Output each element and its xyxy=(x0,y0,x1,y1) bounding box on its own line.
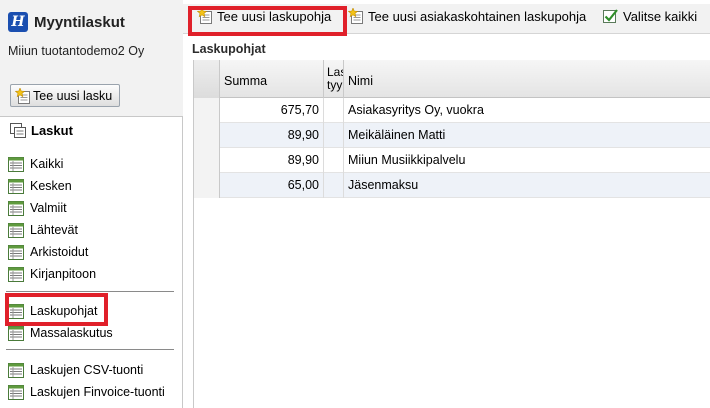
highlight-laskupohjat xyxy=(5,293,108,326)
nav-item-label: Valmiit xyxy=(30,201,67,215)
cell-name: Miiun Musiikkipalvelu xyxy=(348,153,466,167)
page-title: Laskupohjat xyxy=(192,42,266,56)
nav-item-label: Kesken xyxy=(30,179,72,193)
new-invoice-button[interactable]: Tee uusi lasku xyxy=(10,84,121,107)
company-name: Miiun tuotantodemo2 Oy xyxy=(8,44,145,58)
nav-item-arkistoidut[interactable]: Arkistoidut xyxy=(8,241,96,263)
nav-item-lahtevat[interactable]: Lähtevät xyxy=(8,219,96,241)
nav-item-label: Massalaskutus xyxy=(30,326,113,340)
nav-group-status: Kaikki Kesken Valmiit Lähtevät Arkistoid… xyxy=(8,153,96,285)
nav-item-kesken[interactable]: Kesken xyxy=(8,175,96,197)
row-selector[interactable] xyxy=(194,148,220,173)
cell-sum: 65,00 xyxy=(220,173,324,198)
nav-divider xyxy=(6,291,174,292)
cell-sum: 89,90 xyxy=(220,123,324,148)
cell-type xyxy=(324,148,344,173)
cell-type xyxy=(324,98,344,123)
cell-name: Asiakasyritys Oy, vuokra xyxy=(348,103,484,117)
app-header: H Myyntilaskut xyxy=(8,12,125,32)
cell-type xyxy=(324,123,344,148)
sidebar: H Myyntilaskut Miiun tuotantodemo2 Oy Te… xyxy=(0,0,183,408)
cell-name: Meikäläinen Matti xyxy=(348,128,446,142)
nav-item-finvoice-import[interactable]: Laskujen Finvoice-tuonti xyxy=(8,381,165,403)
cell-sum: 89,90 xyxy=(220,148,324,173)
nav-item-valmiit[interactable]: Valmiit xyxy=(8,197,96,219)
list-icon xyxy=(8,179,24,194)
table-row[interactable]: 89,90 Miiun Musiikkipalvelu xyxy=(194,148,710,173)
nav-item-label: Laskujen CSV-tuonti xyxy=(30,363,144,377)
nav-divider xyxy=(6,349,174,350)
cell-name: Jäsenmaksu xyxy=(348,178,419,192)
list-icon xyxy=(8,157,24,172)
invoices-icon xyxy=(10,123,26,138)
new-document-icon xyxy=(15,88,31,104)
row-selector[interactable] xyxy=(194,123,220,148)
table-row[interactable]: 675,70 Asiakasyritys Oy, vuokra xyxy=(194,98,710,123)
new-invoice-label: Tee uusi lasku xyxy=(33,88,113,103)
invoices-section: Laskut Kaikki Kesken Valmiit Lähtevät Ar… xyxy=(0,116,183,408)
section-header: Laskut xyxy=(10,123,73,138)
list-icon xyxy=(8,201,24,216)
nav-item-label: Arkistoidut xyxy=(30,245,89,259)
select-all-button[interactable]: Valitse kaikki xyxy=(602,8,697,24)
cell-sum: 675,70 xyxy=(220,98,324,123)
section-title: Laskut xyxy=(31,123,73,138)
column-header-name[interactable]: Nimi xyxy=(344,60,710,98)
nav-item-label: Lähtevät xyxy=(30,223,78,237)
column-header-sum[interactable]: Summa xyxy=(220,60,324,98)
list-icon xyxy=(8,245,24,260)
nav-item-label: Laskujen Finvoice-tuonti xyxy=(30,385,165,399)
cell-type xyxy=(324,173,344,198)
list-icon xyxy=(8,267,24,282)
table-header: Summa Lasku tyyppi Nimi xyxy=(194,60,710,98)
app-title: Myyntilaskut xyxy=(34,13,125,31)
nav-item-csv-import[interactable]: Laskujen CSV-tuonti xyxy=(8,359,165,381)
nav-item-kaikki[interactable]: Kaikki xyxy=(8,153,96,175)
nav-item-label: Kirjanpitoon xyxy=(30,267,97,281)
column-header-type[interactable]: Lasku tyyppi xyxy=(324,60,344,98)
table-row[interactable]: 65,00 Jäsenmaksu xyxy=(194,173,710,198)
nav-group-import: Laskujen CSV-tuonti Laskujen Finvoice-tu… xyxy=(8,359,165,403)
page: H Myyntilaskut Miiun tuotantodemo2 Oy Te… xyxy=(0,0,710,408)
new-document-icon xyxy=(348,8,364,24)
row-selector[interactable] xyxy=(194,98,220,123)
list-icon xyxy=(8,363,24,378)
select-column-header[interactable] xyxy=(194,60,220,98)
new-customer-template-button[interactable]: Tee uusi asiakaskohtainen laskupohja xyxy=(348,8,586,24)
highlight-new-template xyxy=(188,6,347,36)
list-icon xyxy=(8,385,24,400)
row-selector[interactable] xyxy=(194,173,220,198)
list-icon xyxy=(8,326,24,341)
table-row[interactable]: 89,90 Meikäläinen Matti xyxy=(194,123,710,148)
nav-item-label: Kaikki xyxy=(30,157,64,171)
app-logo: H xyxy=(8,12,28,32)
list-icon xyxy=(8,223,24,238)
select-all-label: Valitse kaikki xyxy=(623,8,698,24)
new-customer-template-label: Tee uusi asiakaskohtainen laskupohja xyxy=(368,8,587,24)
nav-item-kirjanpitoon[interactable]: Kirjanpitoon xyxy=(8,263,96,285)
checkbox-checked-icon xyxy=(603,9,618,23)
templates-table: Summa Lasku tyyppi Nimi 675,70 Asiakasyr… xyxy=(193,60,710,408)
